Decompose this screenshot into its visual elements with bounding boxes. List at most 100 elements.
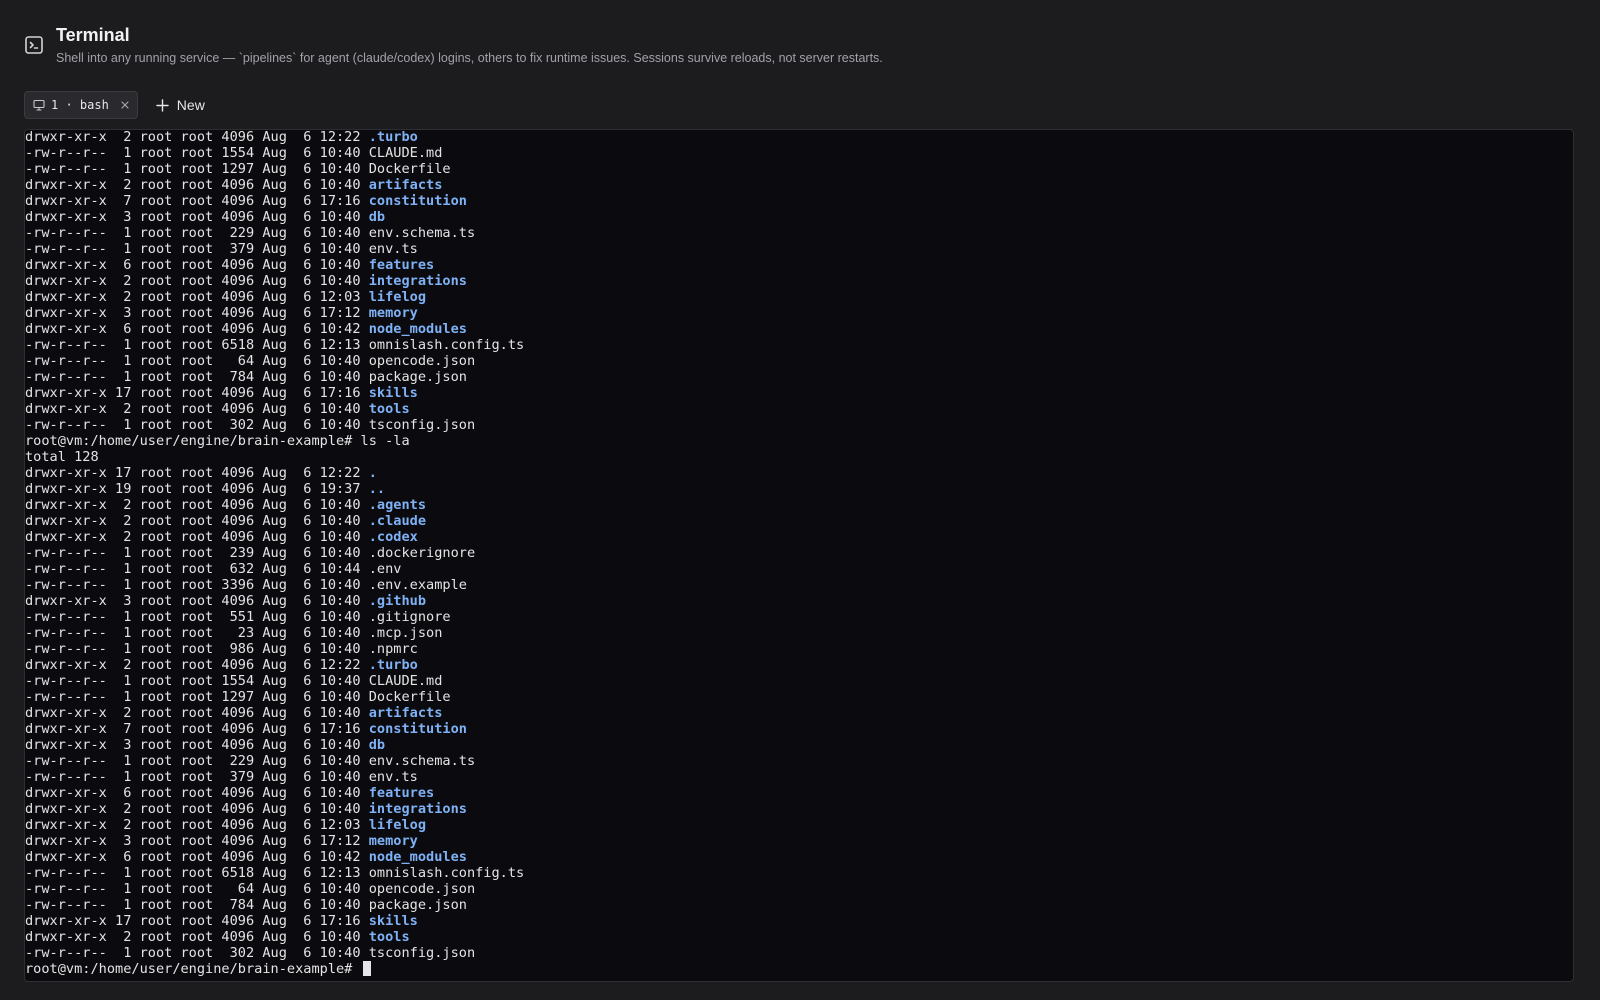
file-name: .env.example — [368, 577, 467, 593]
terminal-line: drwxr-xr-x 2 root root 4096 Aug 6 10:40 … — [25, 497, 524, 513]
terminal-line-text: drwxr-xr-x 19 root root 4096 Aug 6 19:37 — [25, 481, 369, 497]
terminal-line-text: drwxr-xr-x 3 root root 4096 Aug 6 17:12 — [25, 833, 369, 849]
terminal-line-text: -rw-r--r-- 1 root root 784 Aug 6 10:40 — [25, 897, 369, 913]
terminal-line-text: drwxr-xr-x 2 root root 4096 Aug 6 12:03 — [25, 817, 369, 833]
directory-name: integrations — [368, 801, 467, 817]
directory-name: skills — [368, 913, 418, 929]
close-icon[interactable] — [119, 99, 131, 111]
terminal-line-text: drwxr-xr-x 2 root root 4096 Aug 6 12:22 — [25, 129, 369, 145]
terminal-line: root@vm:/home/user/engine/brain-example#… — [25, 433, 524, 449]
file-name: env.schema.ts — [368, 753, 476, 769]
terminal-line: -rw-r--r-- 1 root root 229 Aug 6 10:40 e… — [25, 225, 524, 241]
directory-name: .codex — [368, 529, 418, 545]
terminal-viewport[interactable]: drwxr-xr-x 2 root root 4096 Aug 6 12:22 … — [24, 129, 1574, 982]
terminal-line-text: -rw-r--r-- 1 root root 239 Aug 6 10:40 — [25, 545, 369, 561]
terminal-line-text: -rw-r--r-- 1 root root 551 Aug 6 10:40 — [25, 609, 369, 625]
directory-name: .. — [368, 481, 386, 497]
terminal-line: drwxr-xr-x 2 root root 4096 Aug 6 12:03 … — [25, 289, 524, 305]
terminal-line-text: -rw-r--r-- 1 root root 229 Aug 6 10:40 — [25, 225, 369, 241]
terminal-line-text: total 128 — [25, 449, 99, 465]
terminal-line-text: -rw-r--r-- 1 root root 986 Aug 6 10:40 — [25, 641, 369, 657]
terminal-square-icon — [25, 36, 43, 54]
terminal-line-text: -rw-r--r-- 1 root root 632 Aug 6 10:44 — [25, 561, 369, 577]
terminal-line: -rw-r--r-- 1 root root 551 Aug 6 10:40 .… — [25, 609, 524, 625]
terminal-line: drwxr-xr-x 2 root root 4096 Aug 6 12:03 … — [25, 817, 524, 833]
terminal-line: drwxr-xr-x 3 root root 4096 Aug 6 10:40 … — [25, 593, 524, 609]
terminal-line-text: -rw-r--r-- 1 root root 3396 Aug 6 10:40 — [25, 577, 369, 593]
file-name: env.ts — [368, 241, 418, 257]
directory-name: db — [368, 737, 386, 753]
new-session-button[interactable]: New — [156, 92, 205, 118]
terminal-line-text: -rw-r--r-- 1 root root 6518 Aug 6 12:13 — [25, 865, 369, 881]
directory-name: integrations — [368, 273, 467, 289]
terminal-line: drwxr-xr-x 17 root root 4096 Aug 6 17:16… — [25, 385, 524, 401]
file-name: Dockerfile — [368, 689, 451, 705]
file-name: CLAUDE.md — [368, 145, 443, 161]
file-name: package.json — [368, 369, 467, 385]
directory-name: .claude — [368, 513, 427, 529]
file-name: Dockerfile — [368, 161, 451, 177]
terminal-line: drwxr-xr-x 3 root root 4096 Aug 6 17:12 … — [25, 833, 524, 849]
directory-name: artifacts — [368, 705, 443, 721]
terminal-line-text: drwxr-xr-x 2 root root 4096 Aug 6 10:40 — [25, 929, 369, 945]
terminal-line: -rw-r--r-- 1 root root 1554 Aug 6 10:40 … — [25, 145, 524, 161]
terminal-line-text: drwxr-xr-x 2 root root 4096 Aug 6 10:40 — [25, 401, 369, 417]
terminal-line-text: -rw-r--r-- 1 root root 379 Aug 6 10:40 — [25, 769, 369, 785]
terminal-line-text: -rw-r--r-- 1 root root 302 Aug 6 10:40 — [25, 945, 369, 961]
file-name: tsconfig.json — [368, 945, 476, 961]
terminal-line-text: drwxr-xr-x 2 root root 4096 Aug 6 12:22 — [25, 657, 369, 673]
terminal-line-text: -rw-r--r-- 1 root root 302 Aug 6 10:40 — [25, 417, 369, 433]
terminal-line-text: drwxr-xr-x 6 root root 4096 Aug 6 10:40 — [25, 257, 369, 273]
directory-name: node_modules — [368, 849, 467, 865]
file-name: opencode.json — [368, 881, 476, 897]
terminal-line: drwxr-xr-x 6 root root 4096 Aug 6 10:42 … — [25, 849, 524, 865]
file-name: omnislash.config.ts — [368, 337, 525, 353]
terminal-line: drwxr-xr-x 2 root root 4096 Aug 6 10:40 … — [25, 401, 524, 417]
directory-name: .turbo — [368, 657, 418, 673]
directory-name: memory — [368, 305, 418, 321]
monitor-icon — [33, 99, 45, 111]
directory-name: node_modules — [368, 321, 467, 337]
terminal-line-text: drwxr-xr-x 2 root root 4096 Aug 6 10:40 — [25, 801, 369, 817]
terminal-line-text: drwxr-xr-x 6 root root 4096 Aug 6 10:42 — [25, 321, 369, 337]
terminal-line: -rw-r--r-- 1 root root 632 Aug 6 10:44 .… — [25, 561, 524, 577]
terminal-line: -rw-r--r-- 1 root root 239 Aug 6 10:40 .… — [25, 545, 524, 561]
tab-bash-session[interactable]: 1 · bash — [24, 91, 138, 119]
terminal-output: drwxr-xr-x 2 root root 4096 Aug 6 12:22 … — [25, 129, 525, 977]
terminal-line: drwxr-xr-x 2 root root 4096 Aug 6 10:40 … — [25, 801, 524, 817]
terminal-line-text: -rw-r--r-- 1 root root 1554 Aug 6 10:40 — [25, 145, 369, 161]
terminal-line: -rw-r--r-- 1 root root 1554 Aug 6 10:40 … — [25, 673, 524, 689]
terminal-line-text: drwxr-xr-x 3 root root 4096 Aug 6 10:40 — [25, 593, 369, 609]
terminal-line: -rw-r--r-- 1 root root 229 Aug 6 10:40 e… — [25, 753, 524, 769]
file-name: env.schema.ts — [368, 225, 476, 241]
terminal-line: drwxr-xr-x 2 root root 4096 Aug 6 10:40 … — [25, 513, 524, 529]
terminal-line-text: -rw-r--r-- 1 root root 1297 Aug 6 10:40 — [25, 161, 369, 177]
terminal-line-text: -rw-r--r-- 1 root root 64 Aug 6 10:40 — [25, 881, 369, 897]
file-name: .npmrc — [368, 641, 418, 657]
terminal-line: -rw-r--r-- 1 root root 1297 Aug 6 10:40 … — [25, 689, 524, 705]
terminal-line: drwxr-xr-x 3 root root 4096 Aug 6 17:12 … — [25, 305, 524, 321]
terminal-line-text: drwxr-xr-x 2 root root 4096 Aug 6 12:03 — [25, 289, 369, 305]
directory-name: .agents — [368, 497, 427, 513]
terminal-line: drwxr-xr-x 6 root root 4096 Aug 6 10:40 … — [25, 785, 524, 801]
terminal-line-text: drwxr-xr-x 2 root root 4096 Aug 6 10:40 — [25, 273, 369, 289]
terminal-line: drwxr-xr-x 2 root root 4096 Aug 6 12:22 … — [25, 129, 524, 145]
directory-name: lifelog — [368, 289, 427, 305]
file-name: .gitignore — [368, 609, 451, 625]
terminal-line: -rw-r--r-- 1 root root 64 Aug 6 10:40 op… — [25, 353, 524, 369]
terminal-line-text: drwxr-xr-x 7 root root 4096 Aug 6 17:16 — [25, 721, 369, 737]
terminal-prompt-line[interactable]: root@vm:/home/user/engine/brain-example# — [25, 961, 524, 977]
terminal-line-text: drwxr-xr-x 6 root root 4096 Aug 6 10:40 — [25, 785, 369, 801]
page-subtitle: Shell into any running service — `pipeli… — [56, 51, 883, 65]
directory-name: features — [368, 785, 435, 801]
terminal-line: drwxr-xr-x 2 root root 4096 Aug 6 10:40 … — [25, 705, 524, 721]
directory-name: db — [368, 209, 386, 225]
terminal-line-text: -rw-r--r-- 1 root root 229 Aug 6 10:40 — [25, 753, 369, 769]
file-name: omnislash.config.ts — [368, 865, 525, 881]
terminal-line: drwxr-xr-x 2 root root 4096 Aug 6 12:22 … — [25, 657, 524, 673]
terminal-line-text: drwxr-xr-x 2 root root 4096 Aug 6 10:40 — [25, 497, 369, 513]
terminal-line: drwxr-xr-x 2 root root 4096 Aug 6 10:40 … — [25, 529, 524, 545]
terminal-line: -rw-r--r-- 1 root root 64 Aug 6 10:40 op… — [25, 881, 524, 897]
file-name: CLAUDE.md — [368, 673, 443, 689]
directory-name: constitution — [368, 721, 467, 737]
